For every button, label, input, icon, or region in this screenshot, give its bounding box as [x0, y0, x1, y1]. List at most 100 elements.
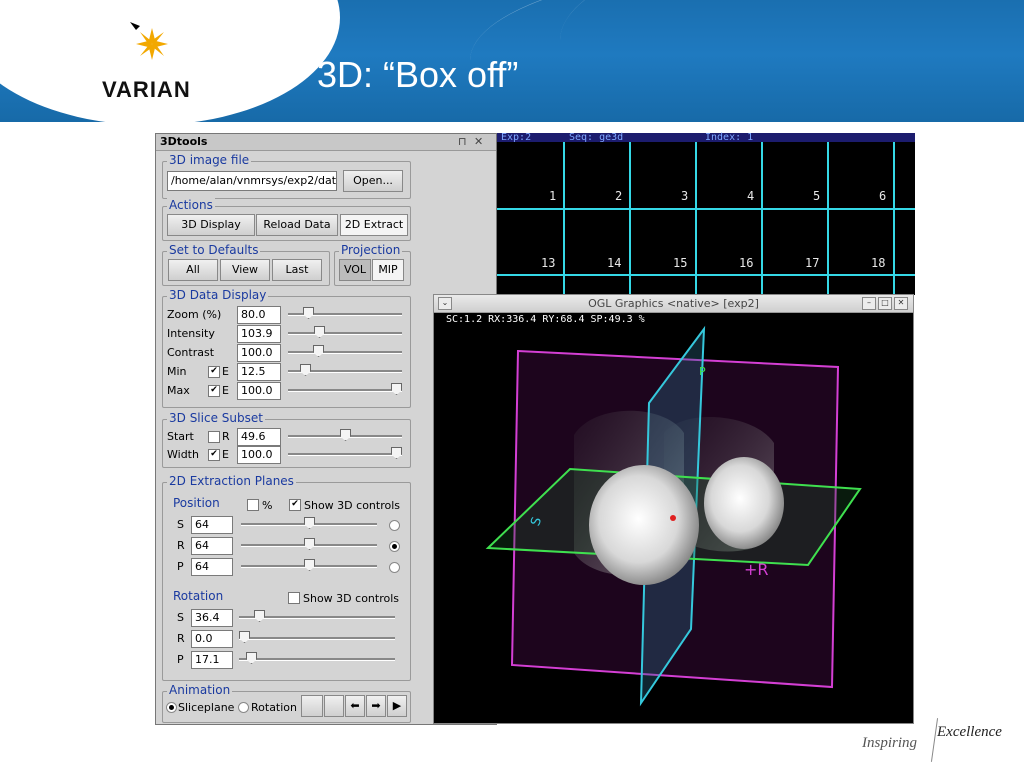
position-show3d-checkbox[interactable]: ✔: [289, 499, 301, 511]
tagline-inspiring: Inspiring: [862, 735, 918, 751]
open-button[interactable]: Open...: [343, 170, 403, 192]
position-slider-thumb[interactable]: [304, 538, 315, 550]
position-slider-thumb[interactable]: [304, 559, 315, 571]
rotation-show3d-checkbox[interactable]: [288, 592, 300, 604]
position-heading: Position: [173, 496, 220, 510]
window-menu-icon[interactable]: ⌄: [438, 297, 452, 310]
slice-subset-check-label: E: [222, 448, 229, 461]
rotation-label: Rotation: [251, 701, 298, 714]
data-display-value[interactable]: 12.5: [237, 363, 281, 381]
banner-swoosh: [560, 0, 1024, 122]
anim-blank-button[interactable]: [301, 695, 323, 717]
data-display-value[interactable]: 80.0: [237, 306, 281, 324]
defaults-view-button[interactable]: View: [220, 259, 270, 281]
maximize-icon[interactable]: □: [878, 297, 892, 310]
defaults-all-button[interactable]: All: [168, 259, 218, 281]
3d-rendering-canvas[interactable]: +R S P: [434, 313, 913, 723]
data-display-label: Intensity: [167, 327, 215, 340]
slice-subset-label: Width: [167, 448, 199, 461]
rotation-value[interactable]: 36.4: [191, 609, 233, 627]
data-display-value[interactable]: 100.0: [237, 382, 281, 400]
rotation-value[interactable]: 0.0: [191, 630, 233, 648]
close-icon[interactable]: ✕: [474, 134, 483, 150]
play-button[interactable]: ▶: [387, 695, 407, 717]
3d-display-button[interactable]: 3D Display: [167, 214, 255, 236]
group-title: 3D Data Display: [167, 288, 269, 302]
rotation-slider-thumb[interactable]: [254, 610, 265, 622]
group-title: Actions: [167, 198, 215, 212]
position-plane-radio[interactable]: [389, 562, 400, 573]
ogl-titlebar: ⌄ OGL Graphics <native> [exp2] – □ ✕: [434, 295, 913, 313]
minimize-icon[interactable]: –: [862, 297, 876, 310]
grid-cell-number: 16: [739, 256, 754, 270]
slice-subset-checkbox[interactable]: [208, 431, 220, 443]
data-display-label: Contrast: [167, 346, 215, 359]
grid-cell-number: 6: [879, 189, 887, 203]
data-display-slider-track[interactable]: [288, 351, 402, 354]
position-value[interactable]: 64: [191, 537, 233, 555]
data-display-slider-track[interactable]: [288, 332, 402, 335]
rotation-show3d-label: Show 3D controls: [303, 592, 400, 605]
defaults-last-button[interactable]: Last: [272, 259, 322, 281]
rotation-slider-track[interactable]: [239, 637, 395, 640]
header-banner: VARIAN 3D: “Box off”: [0, 0, 1024, 122]
group-title: Animation: [167, 683, 233, 697]
step-forward-button[interactable]: ➡: [366, 695, 386, 717]
data-display-slider-thumb[interactable]: [314, 326, 325, 338]
image-path-field[interactable]: /home/alan/vnmrsys/exp2/data: [167, 171, 337, 191]
position-value[interactable]: 64: [191, 516, 233, 534]
slice-subset-check-label: R: [222, 430, 230, 443]
ogl-graphics-window[interactable]: ⌄ OGL Graphics <native> [exp2] – □ ✕ SC:…: [433, 294, 914, 724]
position-plane-radio[interactable]: [389, 541, 400, 552]
data-display-value[interactable]: 103.9: [237, 325, 281, 343]
data-display-checkbox[interactable]: ✔: [208, 366, 220, 378]
slice-subset-slider-thumb[interactable]: [391, 447, 402, 459]
position-plane-radio[interactable]: [389, 520, 400, 531]
step-back-button[interactable]: ⬅: [345, 695, 365, 717]
rotation-radio[interactable]: [238, 702, 249, 713]
slice-subset-slider-track[interactable]: [288, 453, 402, 456]
slice-subset-value[interactable]: 100.0: [237, 446, 281, 464]
rotation-slider-thumb[interactable]: [239, 631, 250, 643]
image-grid-window[interactable]: Exp:2 Seq: ge3d Index: 1 1 2 3 4 5 6 13 14 15 16 1…: [497, 133, 915, 295]
rotation-slider-thumb[interactable]: [246, 652, 257, 664]
data-display-slider-thumb[interactable]: [391, 383, 402, 395]
data-display-slider-thumb[interactable]: [303, 307, 314, 319]
arrow-right-icon: ➡: [371, 699, 381, 712]
data-display-value[interactable]: 100.0: [237, 344, 281, 362]
varian-logo-icon: [130, 22, 168, 60]
cylinder-right: [704, 457, 784, 549]
slice-subset-slider-thumb[interactable]: [340, 429, 351, 441]
data-display-slider-thumb[interactable]: [300, 364, 311, 376]
rotation-value[interactable]: 17.1: [191, 651, 233, 669]
data-display-label: Min: [167, 365, 187, 378]
position-value[interactable]: 64: [191, 558, 233, 576]
slice-subset-value[interactable]: 49.6: [237, 428, 281, 446]
sliceplane-radio[interactable]: [166, 702, 177, 713]
projection-mip-toggle[interactable]: MIP: [372, 259, 404, 281]
grid-header: Exp:2 Seq: ge3d Index: 1: [497, 133, 915, 143]
data-display-slider-track[interactable]: [288, 389, 402, 392]
anim-blank-button[interactable]: [324, 695, 344, 717]
pin-icon[interactable]: ⊓: [458, 134, 467, 150]
sliceplane-label: Sliceplane: [178, 701, 235, 714]
projection-group: Projection VOL MIP: [334, 243, 411, 286]
data-display-slider-thumb[interactable]: [313, 345, 324, 357]
reload-data-button[interactable]: Reload Data: [256, 214, 338, 236]
2d-extract-button[interactable]: 2D Extract: [340, 214, 408, 236]
projection-vol-toggle[interactable]: VOL: [339, 259, 371, 281]
panel-header: 3Dtools ⊓ ✕: [156, 134, 496, 151]
grid-cell-number: 5: [813, 189, 821, 203]
percent-checkbox[interactable]: [247, 499, 259, 511]
slice-subset-checkbox[interactable]: ✔: [208, 449, 220, 461]
group-title: Set to Defaults: [167, 243, 261, 257]
window-close-icon[interactable]: ✕: [894, 297, 908, 310]
brand-name: VARIAN: [102, 77, 191, 102]
data-display-checkbox[interactable]: ✔: [208, 385, 220, 397]
position-slider-thumb[interactable]: [304, 517, 315, 529]
position-axis-label: P: [177, 560, 184, 573]
grid-line: [695, 142, 697, 295]
grid-cell-number: 4: [747, 189, 755, 203]
group-title: 3D Slice Subset: [167, 411, 265, 425]
rotation-slider-track[interactable]: [239, 658, 395, 661]
